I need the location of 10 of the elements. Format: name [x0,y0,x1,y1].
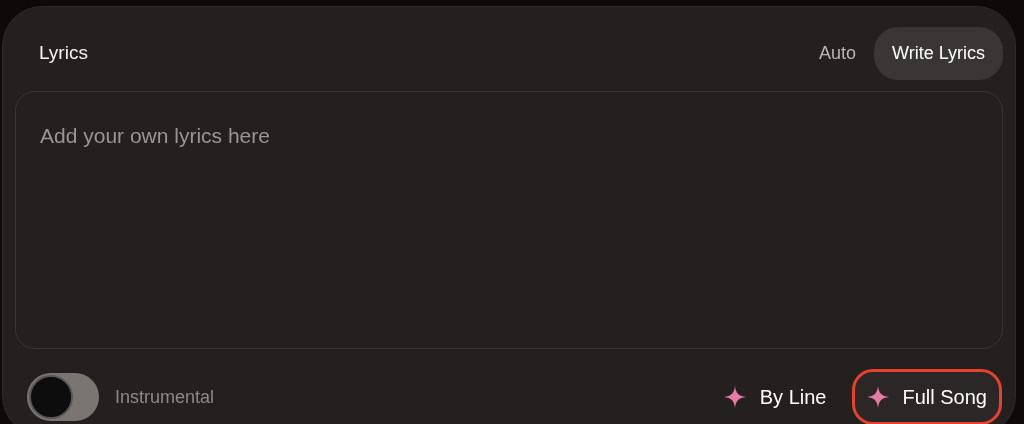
lyrics-field[interactable]: Add your own lyrics here [15,91,1003,349]
instrumental-toggle[interactable] [27,373,99,421]
sparkle-icon [723,386,746,408]
panel-title: Lyrics [38,40,88,65]
mode-tab[interactable]: Auto [800,26,874,80]
mode-tab[interactable]: Write Lyrics [874,26,1003,80]
generate-button[interactable]: By Line [711,372,839,422]
sparkle-icon [866,386,889,408]
generate-button[interactable]: Full Song [854,372,999,422]
toggle-label: Instrumental [115,385,215,409]
